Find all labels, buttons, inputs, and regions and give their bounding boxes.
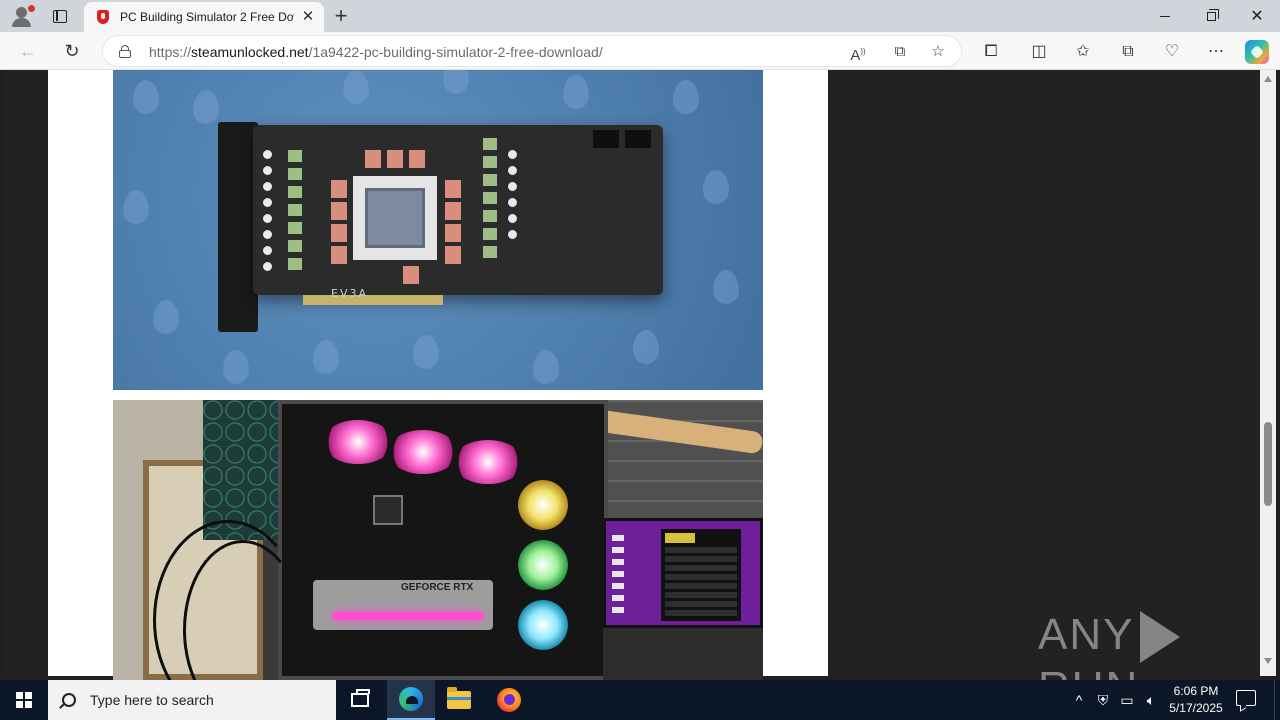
- tab-actions-icon[interactable]: [46, 4, 74, 28]
- desktop-monitor: [603, 518, 763, 628]
- edge-icon: [399, 687, 423, 711]
- minimize-button[interactable]: [1142, 0, 1188, 32]
- tab-strip: PC Building Simulator 2 Free Download - …: [0, 0, 1280, 32]
- more-menu-icon[interactable]: ⋯: [1204, 41, 1228, 63]
- show-desktop-button[interactable]: [1274, 680, 1280, 720]
- page-sidebar: [828, 70, 1260, 676]
- clock-date: 5/17/2025: [1169, 701, 1223, 715]
- notification-center-icon[interactable]: [1236, 690, 1256, 706]
- pc-build-screenshot[interactable]: GEFORCE RTX: [113, 400, 763, 680]
- extensions-icon[interactable]: ⧠: [979, 41, 1003, 63]
- browser-toolbar: ← ↻ https://steamunlocked.net/1a9422-pc-…: [0, 32, 1280, 70]
- tab-close-icon[interactable]: ✕: [300, 9, 316, 25]
- page-scrollbar[interactable]: [1260, 70, 1276, 676]
- article-content: EV3A GEFORCE RTX: [48, 70, 828, 680]
- tab-active[interactable]: PC Building Simulator 2 Free Download - …: [84, 2, 324, 32]
- board-brand-text: EV3A: [331, 287, 368, 300]
- taskbar-clock[interactable]: 6:06 PM 5/17/2025: [1160, 683, 1232, 717]
- copilot-icon[interactable]: [1245, 40, 1269, 64]
- task-view-icon: [351, 689, 370, 707]
- taskbar-search-box[interactable]: Type here to search: [48, 680, 336, 720]
- address-bar[interactable]: https://steamunlocked.net/1a9422-pc-buil…: [102, 35, 962, 67]
- show-hidden-icons-chevron-icon[interactable]: ^: [1068, 680, 1090, 720]
- firefox-icon: [497, 688, 521, 712]
- desk-surface: [603, 628, 763, 680]
- profile-avatar-icon[interactable]: [8, 3, 36, 29]
- back-arrow-icon[interactable]: ←: [14, 38, 42, 64]
- search-placeholder: Type here to search: [90, 692, 214, 708]
- page-viewport: EV3A GEFORCE RTX: [0, 70, 1280, 680]
- close-window-button[interactable]: ✕: [1234, 0, 1280, 32]
- file-explorer-taskbar-button[interactable]: [435, 680, 483, 720]
- volume-icon[interactable]: 🔈︎: [1140, 680, 1162, 720]
- steamunlocked-shield-icon: [96, 10, 110, 24]
- url-text[interactable]: https://steamunlocked.net/1a9422-pc-buil…: [149, 44, 603, 60]
- firefox-taskbar-button[interactable]: [485, 680, 533, 720]
- reload-icon[interactable]: ↻: [58, 38, 86, 64]
- favorite-star-icon[interactable]: ☆: [927, 42, 949, 62]
- browser-essentials-icon[interactable]: ♡: [1160, 41, 1184, 63]
- network-icon[interactable]: ▭: [1116, 680, 1138, 720]
- file-explorer-icon: [447, 687, 471, 709]
- scroll-up-arrow-icon[interactable]: [1264, 76, 1272, 82]
- scroll-thumb[interactable]: [1264, 422, 1272, 506]
- collections-icon[interactable]: ⧉: [1116, 41, 1140, 63]
- new-tab-button[interactable]: +: [330, 4, 352, 28]
- search-icon: [62, 693, 76, 707]
- restore-button[interactable]: [1188, 0, 1234, 32]
- gpu-label-text: GEFORCE RTX: [401, 582, 474, 593]
- start-button[interactable]: [0, 680, 48, 720]
- immersive-reader-icon[interactable]: ⧉: [889, 42, 911, 62]
- edge-taskbar-button[interactable]: [387, 680, 435, 720]
- lock-icon[interactable]: [119, 45, 131, 58]
- page-left-margin: [4, 70, 48, 676]
- favorites-icon[interactable]: ✩: [1071, 41, 1095, 63]
- read-aloud-icon[interactable]: A)): [847, 42, 869, 64]
- tab-title: PC Building Simulator 2 Free Download - …: [120, 10, 294, 24]
- gpu-die: [365, 188, 425, 248]
- gpu-board-screenshot[interactable]: EV3A: [113, 70, 763, 390]
- io-bracket: [218, 122, 258, 332]
- clock-time: 6:06 PM: [1173, 684, 1219, 698]
- windows-logo-icon: [16, 692, 32, 708]
- cpu-cooler: [373, 495, 403, 525]
- pcie-connector: [303, 295, 443, 305]
- task-view-button[interactable]: [336, 680, 384, 720]
- security-tray-icon[interactable]: ⛨: [1092, 680, 1114, 720]
- play-triangle-icon: [1140, 611, 1181, 664]
- split-screen-icon[interactable]: ◫: [1027, 41, 1051, 63]
- windows-taskbar: Type here to search ^ ⛨ ▭ 🔈︎ 6:06 PM 5/1…: [0, 680, 1280, 720]
